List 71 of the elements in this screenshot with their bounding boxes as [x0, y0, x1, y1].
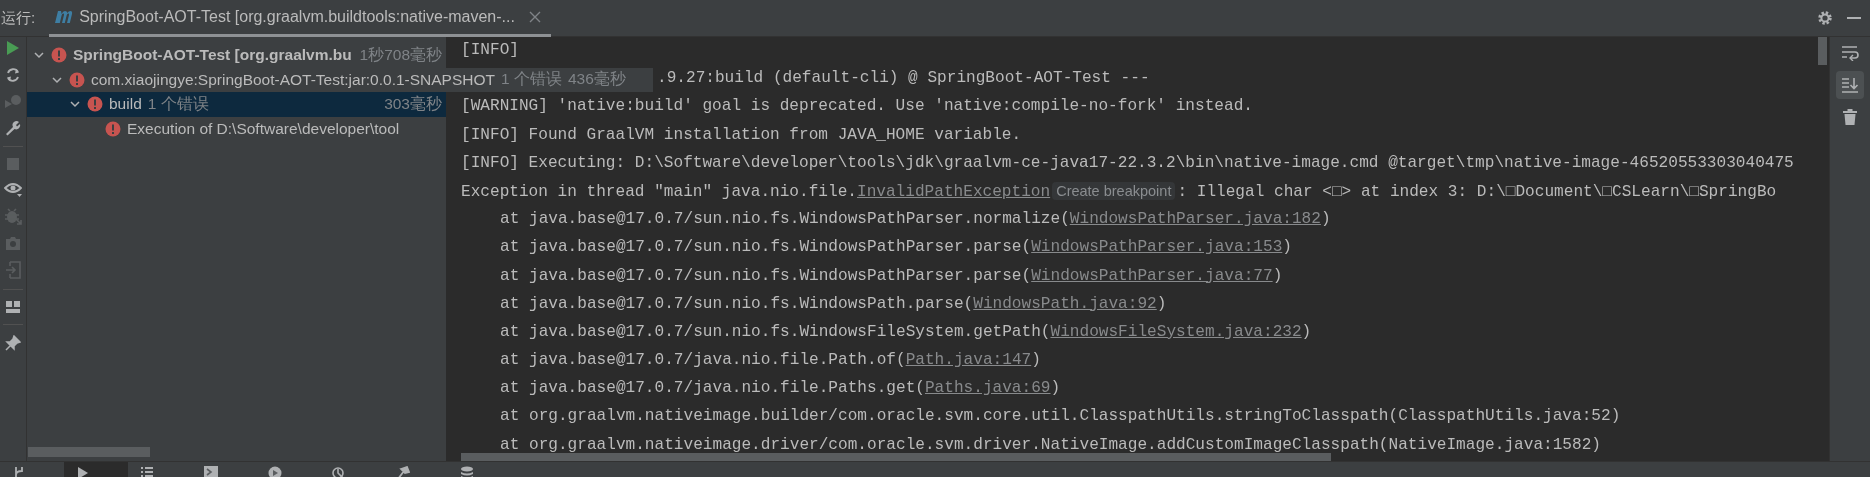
duration-label: 303毫秒	[384, 93, 442, 114]
rerun-icon[interactable]	[5, 66, 21, 84]
source-link[interactable]: Paths.java:69	[924, 379, 1051, 398]
source-link[interactable]: WindowsPathParser.java:77	[1031, 266, 1273, 285]
eye-icon[interactable]	[4, 181, 22, 197]
create-breakpoint-hint[interactable]: Create breakpoint	[1052, 181, 1176, 200]
scrollbar-thumb[interactable]	[1818, 37, 1827, 65]
source-link[interactable]: WindowsPathParser.java:153	[1031, 238, 1283, 257]
run-icon[interactable]	[6, 40, 20, 56]
pin-icon[interactable]	[5, 335, 21, 351]
console-text: )	[1320, 210, 1331, 229]
terminal-icon	[204, 466, 218, 477]
console-text: )	[1272, 266, 1283, 285]
console-text: )	[1301, 322, 1312, 341]
services-icon	[268, 466, 282, 477]
scrollbar-thumb[interactable]	[461, 453, 1331, 461]
error-icon	[105, 120, 121, 137]
profiler-icon	[332, 466, 346, 477]
console-text: at java.base@17.0.7/sun.nio.fs.WindowsPathParser.normalize(	[500, 210, 1070, 229]
console-text: Exception in thread "main" java.nio.file.	[461, 182, 857, 201]
console-text: )	[1156, 294, 1167, 313]
wrap-icon	[1841, 45, 1859, 61]
tree-item[interactable]: com.xiaojingye:SpringBoot-AOT-Test:jar:0.0.1-SNAPSHOT	[91, 70, 495, 89]
console-text: at java.base@17.0.7/java.nio.file.Paths.get(	[500, 379, 925, 398]
hammer-icon	[396, 466, 410, 477]
tree-item[interactable]: SpringBoot-AOT-Test [org.graalvm.bu	[73, 46, 352, 65]
branch-icon	[12, 466, 26, 477]
duration-label: 436毫秒	[567, 69, 626, 90]
source-link[interactable]: WindowsPathParser.java:182	[1069, 210, 1321, 229]
wrench-icon[interactable]	[5, 120, 21, 136]
error-icon	[69, 71, 85, 88]
console-text: at java.base@17.0.7/sun.nio.fs.WindowsPathParser.parse(	[500, 266, 1032, 285]
console-text: : Illegal char <□> at index 3: D:\□Document\□CSLearn\□SpringBo	[1177, 182, 1777, 201]
source-link[interactable]: WindowsFileSystem.java:232	[1050, 322, 1302, 341]
console-text: at java.base@17.0.7/sun.nio.fs.WindowsPathParser.parse(	[500, 238, 1032, 257]
error-count: 1 个错误	[147, 93, 209, 114]
console-text: at java.base@17.0.7/sun.nio.fs.WindowsFileSystem.getPath(	[500, 322, 1051, 341]
scrollbar-thumb[interactable]	[28, 447, 150, 457]
console-text: )	[1031, 351, 1041, 370]
close-icon[interactable]	[528, 10, 541, 23]
console-text: at org.graalvm.nativeimage.builder/com.oracle.svm.core.util.ClasspathUtils.stringToClasspath(ClasspathUtils.java:52)	[500, 407, 1621, 426]
console-text: [INFO]	[461, 41, 519, 59]
error-icon	[87, 96, 103, 113]
console-text: )	[1050, 379, 1061, 398]
minimize-icon[interactable]	[1847, 16, 1861, 20]
tree-item[interactable]: build	[109, 95, 142, 114]
database-icon	[460, 466, 474, 477]
error-icon	[51, 47, 67, 64]
run-icon	[76, 466, 90, 477]
console-text: at org.graalvm.nativeimage.driver/com.oracle.svm.driver.NativeImage.addCustomImageClasspath(NativeImage.java:1582)	[500, 435, 1601, 454]
tree-item[interactable]: Execution of D:\Software\developer\tool	[127, 119, 400, 138]
console-text: at java.base@17.0.7/sun.nio.fs.WindowsPath.parse(	[500, 294, 974, 313]
console-text: at java.base@17.0.7/java.nio.file.Path.of(	[500, 351, 906, 370]
error-count: 1 个错误	[501, 69, 562, 90]
console-text: [INFO] Found GraalVM installation from JAVA_HOME variable.	[461, 125, 1022, 144]
source-link[interactable]: InvalidPathException	[857, 182, 1051, 201]
console-text: [INFO] Executing: D:\Software\developer\tools\jdk\graalvm-ce-java17-22.3.2\bin\native-image.cmd @target\tmp\native-image-46520553303040475	[461, 153, 1794, 172]
source-link[interactable]: WindowsPath.java:92	[973, 294, 1157, 313]
layout-icon[interactable]	[5, 300, 21, 314]
trash-icon	[1843, 109, 1857, 125]
settings-icon[interactable]	[1817, 10, 1833, 26]
console-text: [WARNING] 'native:build' goal is deprecated. Use 'native:compile-no-fork' instead.	[461, 97, 1253, 116]
list-icon	[140, 466, 154, 477]
scroll-down-icon	[1841, 77, 1859, 93]
maven-icon	[53, 9, 74, 24]
panel-title: 运行:	[1, 8, 36, 28]
duration-label: 1秒708毫秒	[359, 44, 442, 65]
console-text: .9.27:build (default-cli) @ SpringBoot-AOT-Test ---	[657, 69, 1150, 88]
source-link[interactable]: Path.java:147	[905, 351, 1032, 370]
console-text: )	[1282, 238, 1292, 257]
scroll-to-end-button[interactable]	[1836, 71, 1864, 99]
